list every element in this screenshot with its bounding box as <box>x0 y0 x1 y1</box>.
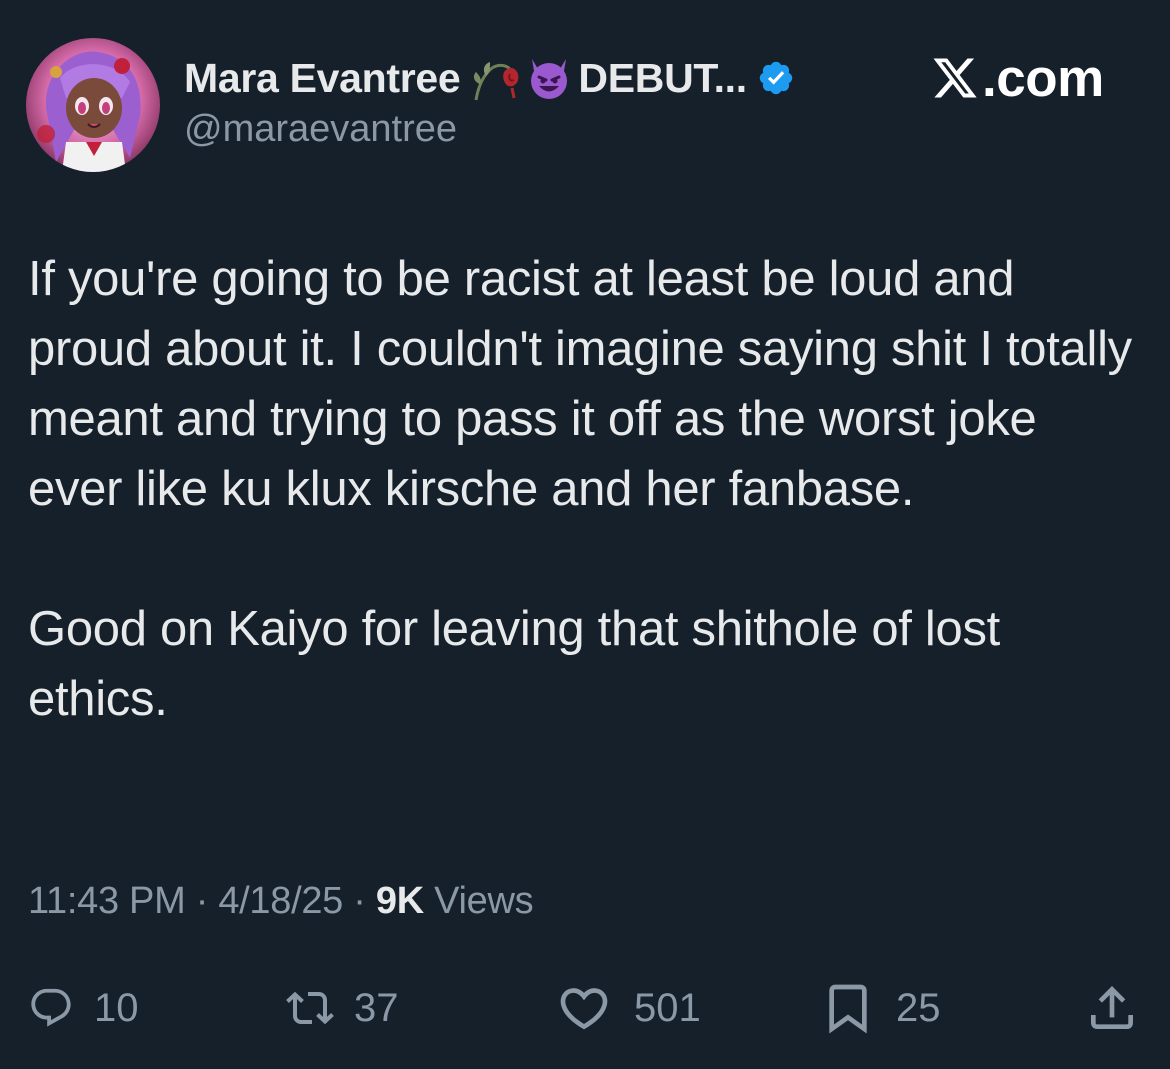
meta-separator: · <box>195 880 209 922</box>
share-icon <box>1091 986 1133 1029</box>
bookmark-count: 25 <box>896 985 941 1030</box>
verified-badge-icon[interactable] <box>757 59 795 97</box>
tweet-paragraph: If you're going to be racist at least be… <box>28 252 1132 516</box>
tweet-time[interactable]: 11:43 PM <box>28 880 186 922</box>
watermark-text: .com <box>982 48 1104 108</box>
bookmark-icon <box>829 984 867 1034</box>
avatar[interactable] <box>26 38 160 172</box>
reply-icon <box>31 988 71 1027</box>
like-count: 501 <box>634 985 701 1030</box>
tweet-meta: 11:43 PM · 4/18/25 · 9K Views <box>28 880 534 923</box>
author-handle[interactable]: @maraevantree <box>184 108 457 151</box>
x-com-watermark: .com <box>930 46 1104 110</box>
views-label: Views <box>434 880 534 922</box>
meta-separator: · <box>353 880 366 922</box>
reply-count: 10 <box>94 985 139 1030</box>
author-name-suffix: DEBUT... <box>578 54 747 101</box>
repost-count: 37 <box>354 985 399 1030</box>
bookmark-button[interactable]: 25 <box>820 980 941 1036</box>
reply-button[interactable]: 10 <box>28 980 139 1036</box>
tweet-paragraph: Good on Kaiyo for leaving that shithole … <box>28 602 1000 726</box>
views-count: 9K <box>375 880 424 922</box>
repost-button[interactable]: 37 <box>286 980 399 1036</box>
author-display-name[interactable]: Mara Evantree <box>184 55 461 102</box>
heart-icon <box>560 988 608 1030</box>
x-logo-icon <box>933 58 977 98</box>
smiling-devil-icon <box>531 59 568 99</box>
tweet-text: If you're going to be racist at least be… <box>28 244 1138 734</box>
avatar-image <box>26 38 160 172</box>
wilted-rose-icon <box>474 62 519 101</box>
like-button[interactable]: 501 <box>554 980 701 1036</box>
tweet-date[interactable]: 4/18/25 <box>218 880 343 922</box>
author-name-row[interactable]: Mara Evantree DEBUT... <box>184 52 795 104</box>
repost-icon <box>286 991 334 1025</box>
share-button[interactable] <box>1084 980 1140 1036</box>
